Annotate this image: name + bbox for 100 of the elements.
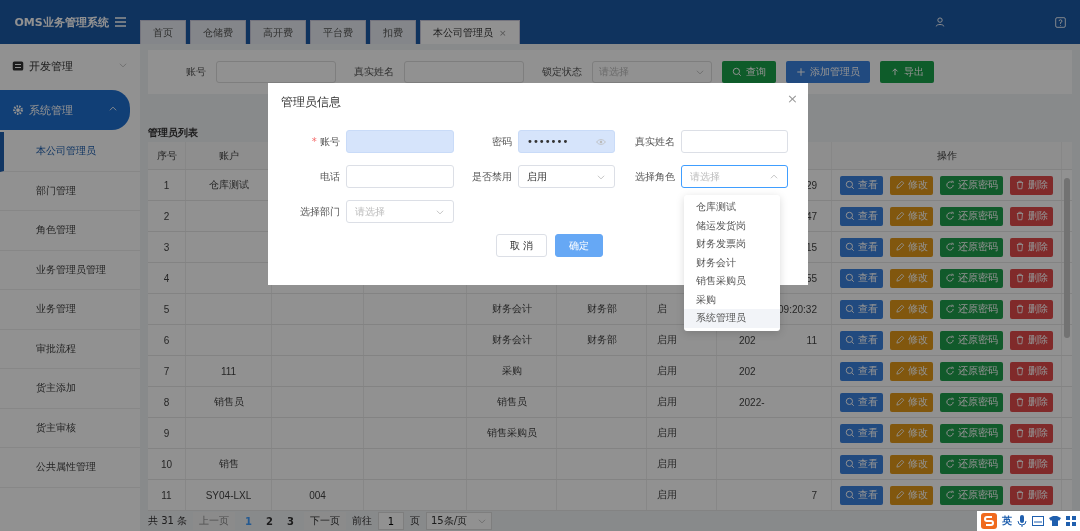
- action-button[interactable]: 查看: [840, 175, 883, 195]
- action-button[interactable]: 删除: [1010, 206, 1053, 226]
- sidebar-item[interactable]: 审批流程: [0, 329, 140, 369]
- action-button[interactable]: 修改: [890, 485, 933, 505]
- action-button[interactable]: 删除: [1010, 330, 1053, 350]
- action-button[interactable]: 还原密码: [940, 454, 1003, 474]
- action-button[interactable]: 删除: [1010, 423, 1053, 443]
- mic-icon[interactable]: [1017, 515, 1027, 527]
- sidebar-item[interactable]: 本公司管理员: [0, 132, 140, 172]
- dropdown-option[interactable]: 财务发票岗: [684, 235, 780, 254]
- help-icon[interactable]: [1055, 16, 1066, 28]
- dropdown-option[interactable]: 财务会计: [684, 253, 780, 272]
- sidebar-group[interactable]: 系统管理: [0, 90, 130, 130]
- dropdown-option[interactable]: 仓库测试: [684, 198, 780, 217]
- sidebar-item[interactable]: 业务管理员管理: [0, 250, 140, 290]
- cancel-button[interactable]: 取 消: [496, 234, 548, 257]
- page-number[interactable]: 3: [283, 515, 298, 527]
- action-button[interactable]: 查看: [840, 330, 883, 350]
- dropdown-option[interactable]: 销售采购员: [684, 272, 780, 291]
- action-button[interactable]: 还原密码: [940, 206, 1003, 226]
- action-button[interactable]: 还原密码: [940, 330, 1003, 350]
- input-field[interactable]: [216, 61, 336, 83]
- tab[interactable]: 扣费: [370, 20, 416, 44]
- export-button[interactable]: 导出: [880, 61, 934, 83]
- tab[interactable]: 平台费: [310, 20, 366, 44]
- input-field[interactable]: [346, 130, 454, 153]
- page-size-select[interactable]: 15条/页: [426, 512, 492, 530]
- close-button[interactable]: ×: [785, 91, 800, 106]
- select-field[interactable]: 请选择: [681, 165, 788, 188]
- scrollbar[interactable]: [1064, 178, 1070, 338]
- sidebar-item[interactable]: 角色管理: [0, 211, 140, 251]
- sidebar-item[interactable]: 货主审核: [0, 408, 140, 448]
- action-button[interactable]: 查看: [840, 206, 883, 226]
- tab[interactable]: 仓储费: [190, 20, 246, 44]
- select-field[interactable]: 请选择: [346, 200, 454, 223]
- action-button[interactable]: 删除: [1010, 485, 1053, 505]
- action-button[interactable]: 查看: [840, 423, 883, 443]
- password-field[interactable]: •••••••: [518, 130, 615, 153]
- dropdown-option[interactable]: 系统管理员: [684, 309, 780, 328]
- user-icon[interactable]: [935, 17, 945, 27]
- action-button[interactable]: 删除: [1010, 361, 1053, 381]
- action-button[interactable]: 查看: [840, 392, 883, 412]
- grid-icon[interactable]: [1066, 516, 1076, 526]
- action-button[interactable]: 还原密码: [940, 361, 1003, 381]
- sidebar-group[interactable]: 开发管理: [0, 46, 140, 86]
- ime-logo-icon[interactable]: [981, 513, 997, 529]
- shirt-icon[interactable]: [1049, 516, 1061, 526]
- action-button[interactable]: 查看: [840, 268, 883, 288]
- sidebar-item[interactable]: 业务管理: [0, 290, 140, 330]
- close-icon[interactable]: ×: [499, 27, 507, 38]
- search-button[interactable]: 查询: [722, 61, 776, 83]
- action-button[interactable]: 修改: [890, 361, 933, 381]
- action-button[interactable]: 修改: [890, 299, 933, 319]
- page-input[interactable]: 1: [378, 512, 404, 530]
- action-button[interactable]: 还原密码: [940, 299, 1003, 319]
- action-button[interactable]: 还原密码: [940, 392, 1003, 412]
- action-button[interactable]: 删除: [1010, 175, 1053, 195]
- menu-icon[interactable]: [114, 17, 126, 27]
- select-field[interactable]: 启用: [518, 165, 615, 188]
- page-number[interactable]: 2: [262, 515, 278, 527]
- input-field[interactable]: [404, 61, 524, 83]
- action-button[interactable]: 查看: [840, 237, 883, 257]
- action-button[interactable]: 查看: [840, 454, 883, 474]
- action-button[interactable]: 修改: [890, 237, 933, 257]
- confirm-button[interactable]: 确定: [555, 234, 604, 257]
- add-button[interactable]: 添加管理员: [786, 61, 870, 83]
- action-button[interactable]: 修改: [890, 392, 933, 412]
- action-button[interactable]: 查看: [840, 485, 883, 505]
- input-field[interactable]: [681, 130, 788, 153]
- action-button[interactable]: 修改: [890, 268, 933, 288]
- action-button[interactable]: 删除: [1010, 237, 1053, 257]
- action-button[interactable]: 删除: [1010, 299, 1053, 319]
- action-button[interactable]: 还原密码: [940, 485, 1003, 505]
- action-button[interactable]: 删除: [1010, 268, 1053, 288]
- action-button[interactable]: 还原密码: [940, 237, 1003, 257]
- tab[interactable]: 本公司管理员 ×: [420, 20, 520, 44]
- tab[interactable]: 首页: [140, 20, 186, 44]
- action-button[interactable]: 还原密码: [940, 268, 1003, 288]
- action-button[interactable]: 还原密码: [940, 175, 1003, 195]
- sidebar-item[interactable]: 公共属性管理: [0, 448, 140, 488]
- action-button[interactable]: 删除: [1010, 392, 1053, 412]
- page-number[interactable]: 1: [241, 515, 257, 527]
- dropdown-option[interactable]: 储运发货岗: [684, 216, 780, 235]
- tab[interactable]: 高开费: [250, 20, 306, 44]
- input-field[interactable]: [346, 165, 454, 188]
- action-button[interactable]: 查看: [840, 361, 883, 381]
- sidebar-item[interactable]: 货主添加: [0, 369, 140, 409]
- action-button[interactable]: 还原密码: [940, 423, 1003, 443]
- dropdown-option[interactable]: 采购: [684, 290, 780, 309]
- action-button[interactable]: 修改: [890, 330, 933, 350]
- action-button[interactable]: 查看: [840, 299, 883, 319]
- action-button[interactable]: 修改: [890, 423, 933, 443]
- ime-mode[interactable]: 英: [1002, 514, 1012, 528]
- action-button[interactable]: 修改: [890, 206, 933, 226]
- table-cell: 7: [811, 489, 817, 501]
- action-button[interactable]: 修改: [890, 175, 933, 195]
- keyboard-icon[interactable]: [1032, 516, 1044, 526]
- sidebar-item[interactable]: 部门管理: [0, 171, 140, 211]
- action-button[interactable]: 修改: [890, 454, 933, 474]
- action-button[interactable]: 删除: [1010, 454, 1053, 474]
